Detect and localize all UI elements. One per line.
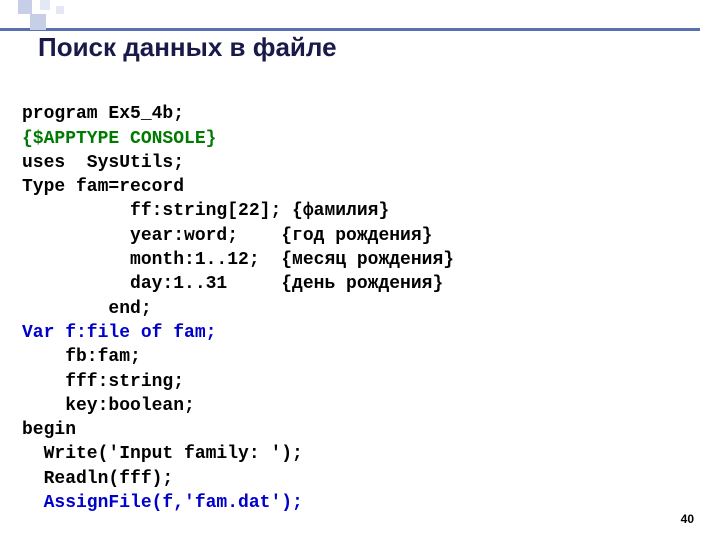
- code-line: Var f:file of fam;: [22, 323, 216, 343]
- code-line: fb:fam;: [22, 347, 141, 367]
- code-line: program Ex5_4b;: [22, 104, 184, 124]
- code-line: month:1..12; {месяц рождения}: [22, 250, 454, 270]
- code-line: Readln(fff);: [22, 469, 173, 489]
- page-title: Поиск данных в файле: [38, 32, 337, 63]
- page-number: 40: [681, 512, 694, 526]
- code-line: {$APPTYPE CONSOLE}: [22, 129, 216, 149]
- code-line: Type fam=record: [22, 177, 184, 197]
- code-line: fff:string;: [22, 372, 184, 392]
- code-line: ff:string[22]; {фамилия}: [22, 201, 389, 221]
- code-line: AssignFile(f,'fam.dat');: [22, 493, 303, 513]
- code-line: end;: [22, 299, 152, 319]
- code-line: year:word; {год рождения}: [22, 226, 432, 246]
- code-line: key:boolean;: [22, 396, 195, 416]
- code-block: program Ex5_4b; {$APPTYPE CONSOLE} uses …: [22, 78, 454, 515]
- code-line: day:1..31 {день рождения}: [22, 274, 443, 294]
- code-line: Write('Input family: ');: [22, 444, 303, 464]
- code-line: begin: [22, 420, 76, 440]
- code-line: uses SysUtils;: [22, 153, 184, 173]
